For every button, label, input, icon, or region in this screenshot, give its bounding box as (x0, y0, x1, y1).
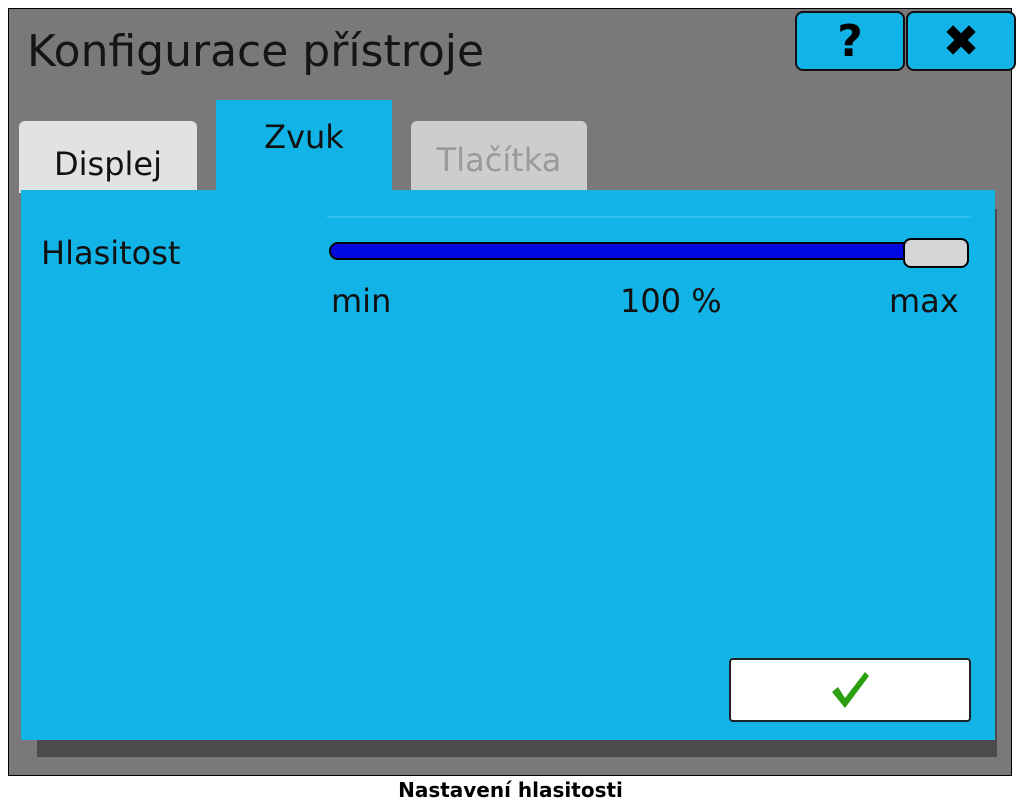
device-screen: Konfigurace přístroje ? ✖ Displej Tlačít… (8, 8, 1016, 776)
tab-displej[interactable]: Displej (19, 121, 197, 193)
figure-caption: Nastavení hlasitosti (398, 778, 623, 802)
slider-top-edge (327, 216, 971, 218)
tab-label: Displej (54, 145, 162, 183)
close-button[interactable]: ✖ (906, 11, 1016, 71)
volume-min-label: min (331, 282, 392, 320)
checkmark-icon (832, 672, 869, 708)
window-title: Konfigurace přístroje (27, 26, 485, 77)
volume-value: 100 % (620, 282, 722, 320)
help-icon: ? (837, 15, 863, 67)
tab-label: Tlačítka (436, 141, 562, 179)
tab-tlacitka: Tlačítka (411, 121, 587, 193)
tab-label: Zvuk (264, 118, 344, 156)
close-icon: ✖ (942, 15, 980, 67)
volume-label: Hlasitost (41, 234, 181, 272)
volume-max-label: max (889, 282, 959, 320)
confirm-button[interactable] (729, 658, 971, 722)
tab-zvuk[interactable]: Zvuk (216, 100, 392, 196)
sound-settings-panel: Hlasitost min 100 % max (21, 190, 995, 740)
volume-slider[interactable] (329, 238, 969, 268)
volume-slider-fill (329, 242, 936, 260)
help-button[interactable]: ? (795, 11, 905, 71)
volume-slider-thumb[interactable] (903, 238, 969, 268)
